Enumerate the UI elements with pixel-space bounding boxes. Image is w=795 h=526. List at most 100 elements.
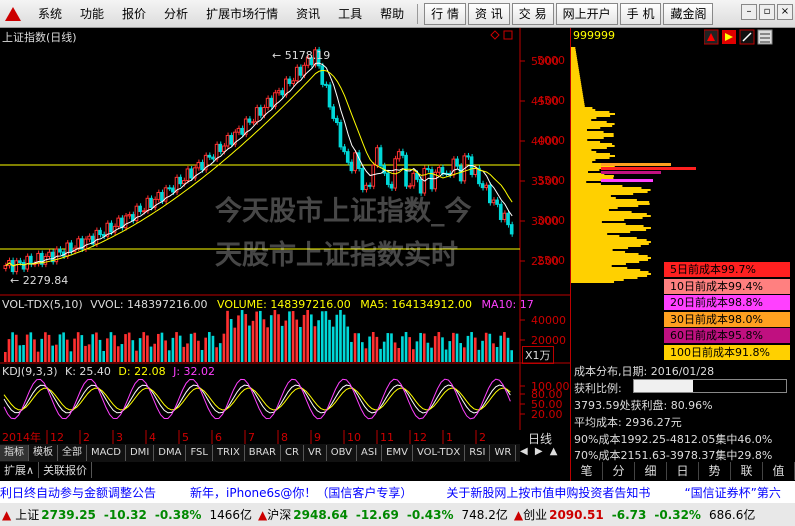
cost-bar: [571, 63, 578, 65]
indicator-tab-6[interactable]: FSL: [186, 445, 213, 461]
menu-item-1[interactable]: 功能: [71, 0, 113, 28]
profit-ratio-bar: 38.6%: [633, 379, 787, 393]
volume-bar: [375, 336, 379, 362]
volume-bar: [182, 346, 186, 362]
cost-bar: [571, 193, 634, 195]
panel-nav-6[interactable]: 值: [763, 462, 795, 480]
time-label: 6: [215, 431, 222, 444]
cost-bar: [571, 57, 577, 59]
volume-bar: [357, 333, 360, 362]
volume-bar: [379, 348, 382, 362]
indicator-tab-14[interactable]: VOL-TDX: [413, 445, 466, 461]
time-label: 4: [149, 431, 156, 444]
volume-bar: [167, 350, 171, 362]
indicator-tab-9[interactable]: CR: [281, 445, 304, 461]
bottom-tab-0[interactable]: 扩展∧: [0, 462, 40, 478]
scroll-up-icon[interactable]: ▲: [550, 446, 558, 457]
cy-change: -6.73: [611, 507, 647, 522]
volume-bar: [135, 350, 138, 362]
indicator-tab-3[interactable]: MACD: [87, 445, 126, 461]
indicator-tab-8[interactable]: BRAR: [245, 445, 281, 461]
panel-nav-1[interactable]: 分: [603, 462, 635, 480]
minimize-icon[interactable]: –: [741, 4, 757, 20]
panel-nav-3[interactable]: 日: [667, 462, 699, 480]
menu-item-2[interactable]: 报价: [113, 0, 155, 28]
cost-distribution-chart[interactable]: [571, 45, 795, 285]
indicator-tab-12[interactable]: ASI: [357, 445, 383, 461]
candle-body: [236, 127, 241, 133]
indicator-tab-11[interactable]: OBV: [327, 445, 357, 461]
cost-bar: [571, 123, 615, 125]
indicator-tab-10[interactable]: VR: [304, 445, 327, 461]
panel-nav-5[interactable]: 联: [731, 462, 763, 480]
cost-bar: [571, 69, 579, 71]
toolbar-button-5[interactable]: 藏金阁: [663, 2, 714, 25]
ticker-item-2[interactable]: 关于新股网上按市值申购投资者告知书: [446, 484, 650, 501]
panel-nav-0[interactable]: 笔: [571, 462, 603, 480]
ticker-item-3[interactable]: “国信证券杯”第六: [684, 484, 780, 501]
volume-bar: [186, 343, 189, 362]
sh-label[interactable]: 上证: [15, 506, 39, 523]
tab-scroll[interactable]: ◀ ▶ ▲: [520, 446, 557, 457]
indicator-tab-7[interactable]: TRIX: [213, 445, 245, 461]
stock-code: 999999: [573, 29, 615, 42]
time-label: 8: [281, 431, 288, 444]
indicator-tab-15[interactable]: RSI: [465, 445, 491, 461]
toolbar-button-3[interactable]: 网上开户: [555, 2, 618, 25]
sh-change: -10.32: [103, 507, 147, 522]
close-icon[interactable]: ×: [777, 4, 793, 20]
volume-bar: [244, 314, 248, 362]
sh-amount: 1466亿: [209, 508, 253, 522]
scroll-right-icon[interactable]: ▶: [535, 446, 543, 457]
menu-item-3[interactable]: 分析: [155, 0, 197, 28]
indicator-tab-2[interactable]: 全部: [58, 445, 87, 461]
menu-item-7[interactable]: 帮助: [371, 0, 413, 28]
news-ticker[interactable]: 利日终自动参与金额调整公告 新年，iPhone6s@你！（国信客户专享） 关于新股网…: [0, 481, 795, 503]
indicator-tab-1[interactable]: 模板: [29, 445, 58, 461]
cost-bar: [571, 205, 639, 207]
toolbar-button-2[interactable]: 交 易: [511, 2, 554, 25]
volume-bar: [73, 338, 76, 362]
bottom-tab-1[interactable]: 关联报价: [39, 462, 93, 478]
menu-item-0[interactable]: 系统: [29, 0, 71, 28]
time-label: 12: [50, 431, 64, 444]
menu-item-6[interactable]: 工具: [329, 0, 371, 28]
indicator-tab-0[interactable]: 指标: [0, 445, 29, 461]
restore-icon[interactable]: ▫: [759, 4, 775, 20]
volume-bar: [339, 310, 342, 362]
volume-bar: [324, 311, 328, 362]
volume-bar: [412, 349, 415, 362]
volume-bar: [208, 332, 211, 362]
ticker-item-1[interactable]: 新年，iPhone6s@你！（国信客户专享）: [190, 484, 412, 501]
volume-bar: [273, 310, 277, 362]
volume-bar: [481, 340, 484, 362]
toolbar-button-1[interactable]: 资 讯: [467, 2, 510, 25]
ticker-item-0[interactable]: 利日终自动参与金额调整公告: [0, 484, 156, 501]
toolbar-button-0[interactable]: 行 情: [424, 2, 466, 25]
menu-item-5[interactable]: 资讯: [287, 0, 329, 28]
indicator-tab-4[interactable]: DMI: [126, 445, 155, 461]
candle-body: [207, 154, 212, 158]
cost-bar: [571, 227, 651, 229]
indicator-tab-5[interactable]: DMA: [154, 445, 187, 461]
cost-bar: [571, 83, 582, 85]
panel-nav-4[interactable]: 势: [699, 462, 731, 480]
menu-item-4[interactable]: 扩展市场行情: [197, 0, 287, 28]
period-label[interactable]: 日线: [528, 430, 552, 447]
cost-bar: [571, 159, 596, 161]
cy-label[interactable]: 创业: [523, 506, 547, 523]
cost-bar: [571, 179, 603, 181]
candle-body: [396, 151, 401, 160]
toolbar-button-4[interactable]: 手 机: [619, 2, 662, 25]
indicator-tab-13[interactable]: EMV: [382, 445, 413, 461]
volume-bar: [320, 311, 324, 362]
cost-bar: [571, 185, 623, 187]
volume-bar: [233, 327, 237, 362]
kdj-chart[interactable]: 100.0080.0050.0020.00: [0, 364, 570, 430]
sz-label[interactable]: 沪深: [267, 506, 291, 523]
volume-chart[interactable]: 4000020000: [0, 296, 570, 364]
scroll-left-icon[interactable]: ◀: [520, 446, 528, 457]
cost-bar: [571, 135, 614, 137]
indicator-tab-16[interactable]: WR: [490, 445, 517, 461]
panel-nav-2[interactable]: 细: [635, 462, 667, 480]
